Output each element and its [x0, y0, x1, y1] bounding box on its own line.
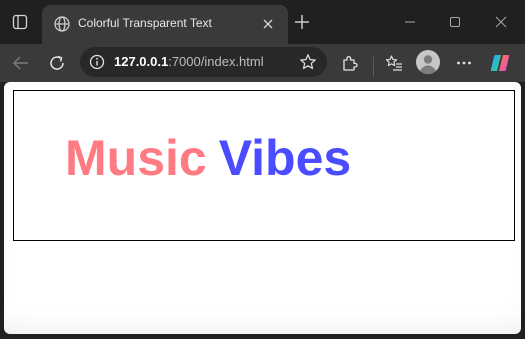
- close-window-button[interactable]: [489, 10, 513, 34]
- headline-word-vibes: Vibes: [218, 130, 352, 186]
- minimize-button[interactable]: [398, 10, 422, 34]
- browser-tab[interactable]: Colorful Transparent Text: [42, 5, 288, 44]
- new-tab-button[interactable]: [292, 12, 312, 32]
- globe-icon: [53, 15, 71, 33]
- reload-icon: [50, 55, 64, 70]
- plus-icon: [295, 15, 309, 29]
- favorites-list-icon: [385, 55, 402, 71]
- back-button[interactable]: [9, 51, 33, 75]
- puzzle-icon: [343, 56, 358, 71]
- star-icon: [300, 54, 316, 70]
- copilot-button[interactable]: [488, 51, 512, 75]
- page-viewport: Music Vibes: [4, 82, 521, 334]
- url-path: :7000/index.html: [168, 54, 264, 69]
- close-icon: [495, 16, 507, 28]
- more-icon: [457, 61, 471, 65]
- url-text[interactable]: 127.0.0.1:7000/index.html: [114, 54, 264, 69]
- address-bar[interactable]: 127.0.0.1:7000/index.html: [80, 47, 327, 77]
- favorite-star-button[interactable]: [298, 52, 318, 72]
- favorites-button[interactable]: [382, 51, 406, 75]
- copilot-icon: [490, 55, 510, 71]
- extensions-button[interactable]: [338, 51, 362, 75]
- title-bar: Colorful Transparent Text: [0, 0, 525, 44]
- more-button[interactable]: [452, 51, 476, 75]
- headline-word-music: Music: [65, 130, 207, 186]
- tab-actions-icon[interactable]: [10, 12, 30, 32]
- url-host: 127.0.0.1: [114, 54, 169, 69]
- back-arrow-icon: [12, 56, 28, 70]
- headline: Music Vibes: [65, 129, 351, 187]
- maximize-button[interactable]: [443, 10, 467, 34]
- toolbar-divider: [373, 57, 374, 77]
- text-container: Music Vibes: [13, 90, 515, 241]
- browser-toolbar: 127.0.0.1:7000/index.html: [0, 44, 525, 82]
- reload-button[interactable]: [45, 51, 69, 75]
- maximize-icon: [450, 17, 460, 27]
- profile-icon: [419, 55, 437, 74]
- info-icon[interactable]: [89, 54, 105, 70]
- avatar[interactable]: [416, 50, 440, 74]
- tab-title: Colorful Transparent Text: [78, 16, 212, 30]
- tab-close-icon[interactable]: [260, 16, 276, 32]
- minimize-icon: [405, 21, 415, 23]
